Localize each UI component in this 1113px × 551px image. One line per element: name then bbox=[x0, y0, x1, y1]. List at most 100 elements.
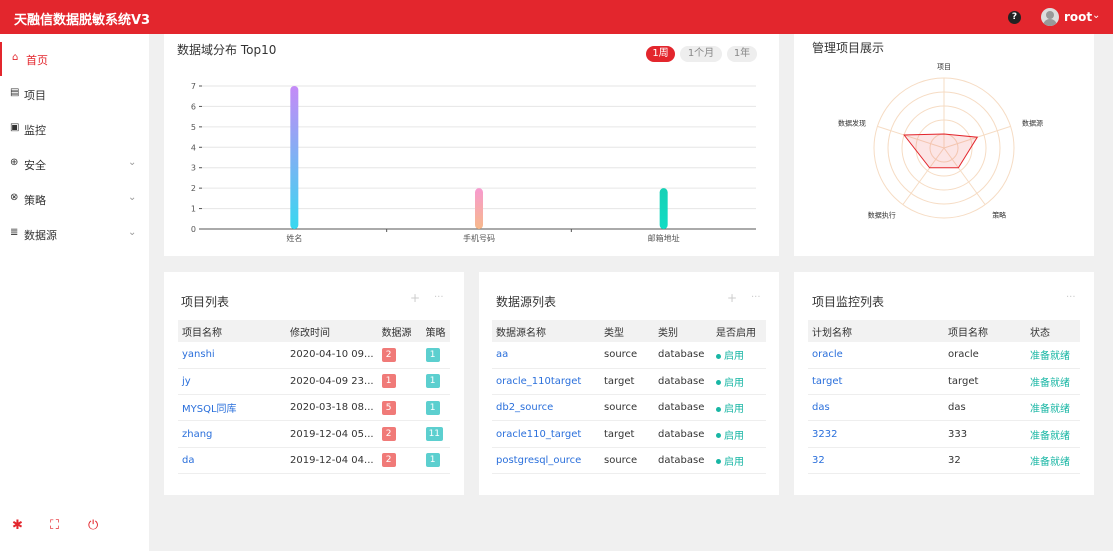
y-tick-label: 1 bbox=[191, 205, 196, 214]
sidebar-item-project[interactable]: ▤ 项目 bbox=[0, 77, 149, 111]
plan-link[interactable]: oracle bbox=[812, 349, 843, 360]
project-link[interactable]: da bbox=[182, 455, 194, 466]
shield-icon: ⊕ bbox=[10, 157, 19, 168]
plan-link[interactable]: das bbox=[812, 402, 830, 413]
datasource-link[interactable]: db2_source bbox=[496, 402, 553, 413]
datasource-link[interactable]: aa bbox=[496, 349, 508, 360]
sidebar-item-security[interactable]: ⊕ 安全 ⌄ bbox=[0, 147, 149, 181]
table-row[interactable]: oracle_110target target database 启用 bbox=[492, 368, 766, 396]
table-row[interactable]: jy 2020-04-09 23... 1 1 bbox=[178, 368, 450, 396]
table-row[interactable]: oracle110_target target database 启用 bbox=[492, 420, 766, 448]
datasource-type: source bbox=[600, 342, 654, 369]
radar-axis-label: 策略 bbox=[992, 210, 1006, 219]
datasource-type: target bbox=[600, 368, 654, 396]
y-tick-label: 7 bbox=[191, 82, 196, 91]
sidebar-item-label: 安全 bbox=[24, 159, 46, 172]
enabled-status: 启用 bbox=[724, 351, 744, 363]
column-header: 是否启用 bbox=[712, 320, 766, 342]
project-link[interactable]: zhang bbox=[182, 429, 212, 440]
table-row[interactable]: das das 准备就绪 bbox=[808, 394, 1080, 422]
table-row[interactable]: zhang 2019-12-04 05... 2 11 bbox=[178, 420, 450, 448]
chevron-down-icon: ⌄ bbox=[128, 157, 137, 168]
project-table: 项目名称 修改时间 数据源 策略 yanshi 2020-04-10 09...… bbox=[178, 320, 450, 474]
power-icon[interactable]: ⏻ bbox=[88, 518, 98, 533]
table-row[interactable]: postgresql_ource source database 启用 bbox=[492, 447, 766, 474]
radar-axis-label: 项目 bbox=[937, 63, 951, 71]
sidebar-item-label: 项目 bbox=[24, 89, 46, 102]
datasource-link[interactable]: oracle110_target bbox=[496, 429, 581, 440]
fullscreen-icon[interactable]: ⛶ bbox=[50, 518, 59, 533]
sidebar-item-monitor[interactable]: ▣ 监控 bbox=[0, 112, 149, 146]
more-icon[interactable]: ··· bbox=[1066, 292, 1076, 303]
project-icon: ▤ bbox=[10, 87, 20, 98]
table-row[interactable]: da 2019-12-04 04... 2 1 bbox=[178, 447, 450, 474]
monitor-table: 计划名称 项目名称 状态 oracle oracle 准备就绪 target t… bbox=[808, 320, 1080, 474]
table-row[interactable]: yanshi 2020-04-10 09... 2 1 bbox=[178, 342, 450, 369]
column-header: 类别 bbox=[654, 320, 712, 342]
sidebar-tools: ✱ ⛶ ⏻ bbox=[0, 517, 149, 551]
y-tick-label: 6 bbox=[191, 102, 196, 111]
user-name[interactable]: root bbox=[1064, 10, 1092, 24]
bar[interactable] bbox=[659, 188, 668, 229]
modified-time: 2019-12-04 05... bbox=[286, 420, 378, 448]
datasource-count-badge: 5 bbox=[381, 400, 396, 415]
status-badge: 准备就绪 bbox=[1030, 456, 1070, 468]
datasource-category: database bbox=[654, 420, 712, 448]
status-badge: 准备就绪 bbox=[1030, 351, 1070, 363]
project-name: das bbox=[944, 394, 1026, 422]
policy-icon: ⊗ bbox=[10, 192, 19, 203]
chevron-down-icon[interactable]: ⌄ bbox=[1092, 10, 1100, 21]
table-row[interactable]: target target 准备就绪 bbox=[808, 368, 1080, 396]
datasource-category: database bbox=[654, 342, 712, 369]
status-dot-icon bbox=[716, 459, 721, 465]
sidebar-item-policy[interactable]: ⊗ 策略 ⌄ bbox=[0, 182, 149, 216]
radar-chart: 项目数据源策略 数据执行 数据发现 bbox=[838, 63, 1043, 219]
table-row[interactable]: aa source database 启用 bbox=[492, 342, 766, 369]
table-row[interactable]: oracle oracle 准备就绪 bbox=[808, 342, 1080, 369]
column-header: 计划名称 bbox=[808, 320, 944, 342]
more-icon[interactable]: ··· bbox=[751, 292, 761, 303]
column-header: 修改时间 bbox=[286, 320, 378, 342]
plus-icon[interactable]: + bbox=[727, 291, 737, 305]
more-icon[interactable]: ··· bbox=[434, 292, 444, 303]
status-dot-icon bbox=[716, 406, 721, 412]
datasource-link[interactable]: postgresql_ource bbox=[496, 455, 581, 466]
x-tick-label: 姓名 bbox=[286, 233, 302, 243]
modified-time: 2020-03-18 08... bbox=[286, 394, 378, 422]
radar-axis-label: 数据源 bbox=[1022, 119, 1043, 128]
plan-link[interactable]: 3232 bbox=[812, 429, 837, 440]
project-link[interactable]: yanshi bbox=[182, 349, 215, 360]
table-row[interactable]: MYSQL同库 2020-03-18 08... 5 1 bbox=[178, 394, 450, 422]
database-icon: ≣ bbox=[10, 227, 19, 238]
bar[interactable] bbox=[290, 86, 299, 229]
table-row[interactable]: db2_source source database 启用 bbox=[492, 394, 766, 422]
project-name: oracle bbox=[944, 342, 1026, 369]
project-list-card: 项目列表 + ··· 项目名称 修改时间 数据源 策略 yanshi 2020-… bbox=[164, 272, 464, 495]
plus-icon[interactable]: + bbox=[410, 291, 420, 305]
avatar[interactable] bbox=[1041, 8, 1059, 26]
help-icon[interactable]: ? bbox=[1008, 11, 1021, 24]
plan-link[interactable]: target bbox=[812, 376, 842, 387]
sidebar-item-label: 监控 bbox=[24, 124, 46, 137]
policy-count-badge: 11 bbox=[425, 427, 444, 442]
x-tick-label: 手机号码 bbox=[463, 233, 495, 243]
plan-link[interactable]: 32 bbox=[812, 455, 825, 466]
top-bar: 天融信数据脱敏系统V3 ? root ⌄ bbox=[0, 0, 1113, 34]
table-row[interactable]: 32 32 准备就绪 bbox=[808, 447, 1080, 474]
project-link[interactable]: jy bbox=[182, 376, 191, 387]
enabled-status: 启用 bbox=[724, 377, 744, 389]
datasource-category: database bbox=[654, 447, 712, 474]
sidebar-item-home[interactable]: ⌂ 首页 bbox=[0, 42, 149, 76]
datasource-category: database bbox=[654, 394, 712, 422]
settings-icon[interactable]: ✱ bbox=[12, 518, 23, 533]
project-link[interactable]: MYSQL同库 bbox=[182, 404, 237, 415]
monitor-list-card: 项目监控列表 ··· 计划名称 项目名称 状态 oracle oracle 准备… bbox=[794, 272, 1094, 495]
bar-chart: 0 1 2 3 4 5 6 7 姓名 手机号码 邮箱地址 bbox=[191, 82, 756, 243]
table-row[interactable]: 3232 333 准备就绪 bbox=[808, 420, 1080, 448]
datasource-category: database bbox=[654, 368, 712, 396]
datasource-link[interactable]: oracle_110target bbox=[496, 376, 581, 387]
sidebar-item-datasource[interactable]: ≣ 数据源 ⌄ bbox=[0, 217, 149, 251]
modified-time: 2020-04-09 23... bbox=[286, 368, 378, 396]
bar[interactable] bbox=[475, 188, 483, 229]
sidebar-item-label: 数据源 bbox=[24, 229, 57, 242]
